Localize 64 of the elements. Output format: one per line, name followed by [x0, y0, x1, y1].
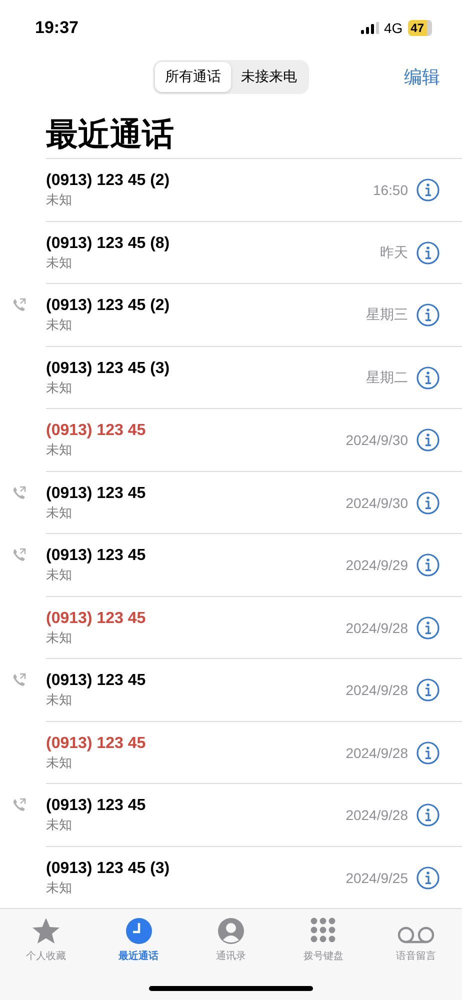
- caller-number: (0913) 123 45 (3): [46, 358, 171, 379]
- status-time: 19:37: [35, 18, 78, 38]
- caller-label: 未知: [46, 567, 73, 586]
- caller-number: (0913) 123 45: [46, 546, 147, 566]
- call-time: 2024/9/25: [346, 870, 408, 886]
- caller-label: 未知: [46, 442, 73, 460]
- caller-label: 未知: [46, 692, 73, 710]
- caller-label: 未知: [46, 817, 73, 836]
- info-icon[interactable]: [416, 240, 440, 265]
- signal-icon: [360, 22, 379, 34]
- star-icon: [31, 916, 62, 946]
- caller-number: (0913) 123 45 (8): [46, 234, 171, 254]
- caller-number: (0913) 123 45: [46, 421, 147, 442]
- info-icon[interactable]: [416, 678, 440, 702]
- caller-label: 未知: [46, 192, 73, 210]
- tab-item[interactable]: 语音留言: [380, 915, 451, 964]
- caller-label: 未知: [46, 630, 73, 648]
- call-time: 2024/9/30: [346, 494, 408, 511]
- call-time: 昨天: [380, 244, 408, 262]
- info-icon[interactable]: [416, 428, 440, 452]
- segment-tab[interactable]: 未接来电: [231, 62, 307, 92]
- caller-label: 未知: [46, 380, 73, 398]
- caller-label: 未知: [46, 504, 73, 523]
- caller-label: 未知: [46, 880, 73, 898]
- caller-number: (0913) 123 45: [46, 734, 147, 754]
- caller-label: 未知: [46, 317, 73, 336]
- info-icon[interactable]: [416, 616, 440, 640]
- call-time: 2024/9/29: [346, 557, 408, 574]
- edit-button[interactable]: 编辑: [404, 64, 440, 89]
- tab-item[interactable]: 拨号键盘: [288, 915, 358, 964]
- info-icon[interactable]: [416, 178, 440, 202]
- tab-item[interactable]: 个人收藏: [11, 915, 82, 964]
- info-icon[interactable]: [416, 740, 440, 765]
- caller-number: (0913) 123 45: [46, 671, 147, 692]
- caller-label: 未知: [46, 754, 73, 773]
- info-icon[interactable]: [416, 366, 440, 390]
- caller-number: (0913) 123 45: [46, 796, 147, 816]
- call-time: 2024/9/30: [346, 432, 408, 448]
- call-time: 2024/9/28: [346, 744, 408, 761]
- tab-item[interactable]: 通讯录: [196, 915, 266, 964]
- tab-item[interactable]: 最近通话: [104, 915, 174, 964]
- clock-icon: [124, 916, 154, 946]
- info-icon[interactable]: [416, 553, 440, 578]
- battery-indicator: 47: [408, 20, 432, 36]
- caller-label: 未知: [46, 254, 73, 273]
- caller-number: (0913) 123 45: [46, 608, 147, 629]
- contact-icon: [216, 916, 246, 946]
- info-icon[interactable]: [416, 803, 440, 828]
- call-time: 2024/9/28: [346, 620, 408, 636]
- call-time: 2024/9/28: [346, 807, 408, 824]
- call-time: 星期二: [366, 368, 408, 387]
- call-time: 2024/9/28: [346, 682, 408, 698]
- segment-tab[interactable]: 所有通话: [155, 62, 231, 92]
- call-time: 星期三: [366, 306, 408, 324]
- info-icon[interactable]: [416, 866, 440, 890]
- caller-number: (0913) 123 45 (2): [46, 171, 171, 192]
- caller-number: (0913) 123 45: [46, 484, 147, 504]
- network-label: 4G: [384, 20, 403, 36]
- info-icon[interactable]: [416, 490, 440, 515]
- call-time: 16:50: [372, 182, 408, 198]
- info-icon[interactable]: [416, 303, 440, 328]
- caller-number: (0913) 123 45 (3): [46, 858, 171, 879]
- page-title: 最近通话: [46, 114, 175, 156]
- caller-number: (0913) 123 45 (2): [46, 296, 171, 316]
